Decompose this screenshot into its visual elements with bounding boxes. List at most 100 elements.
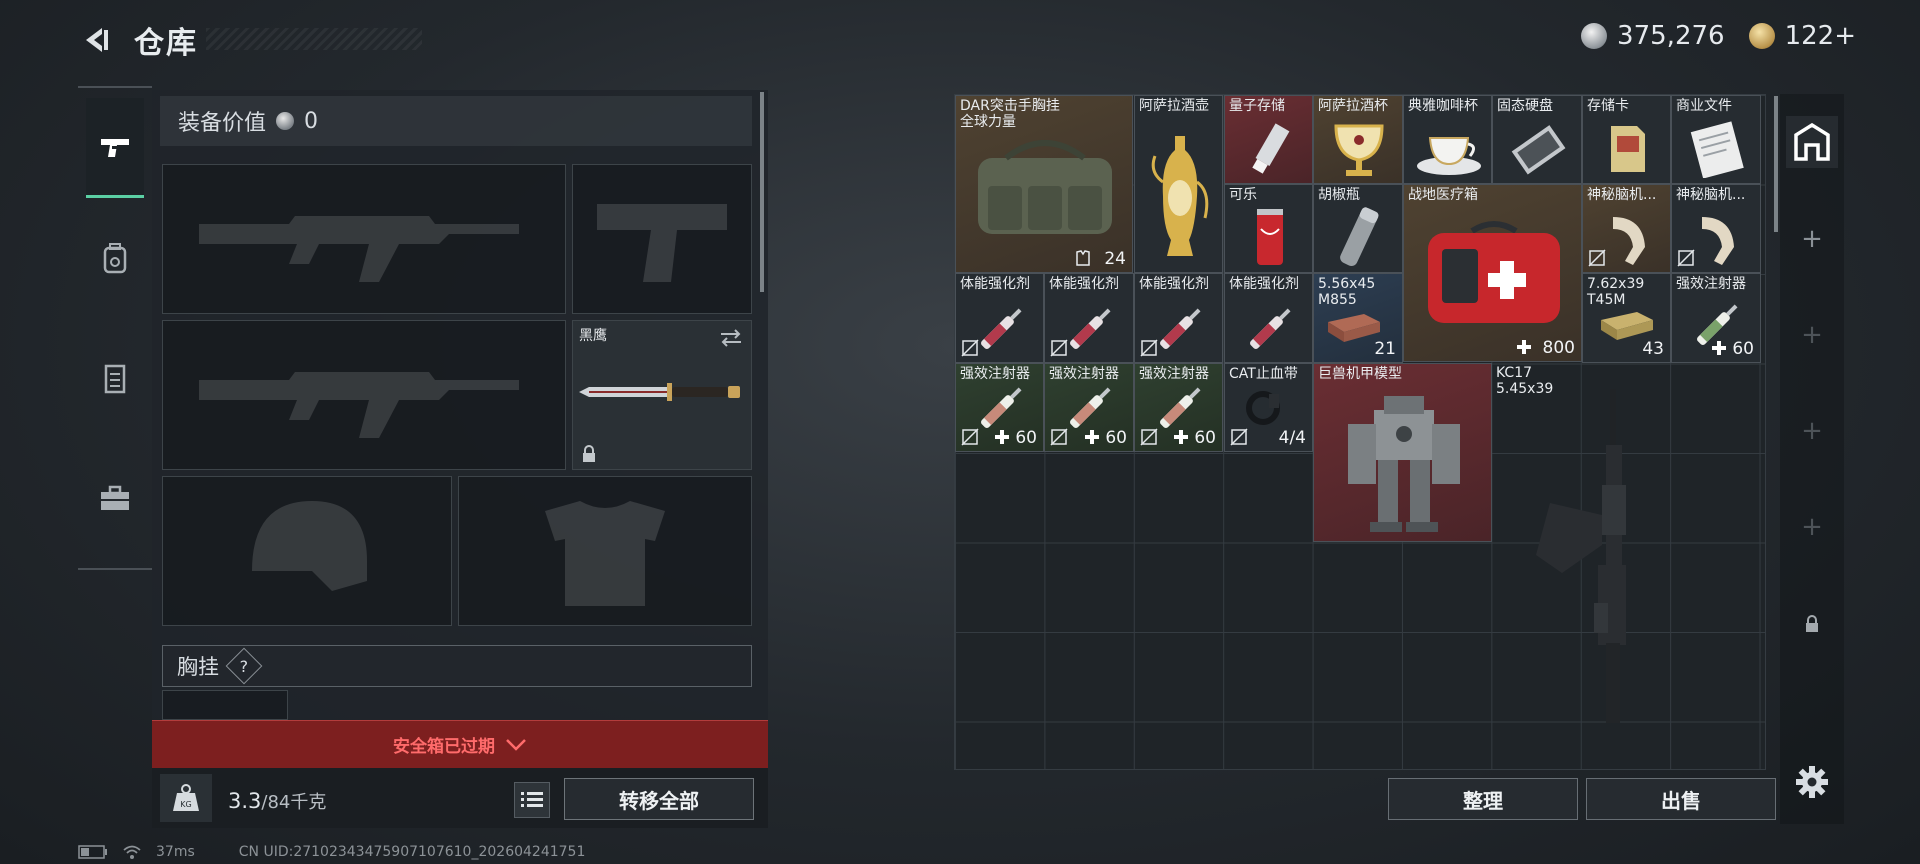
item-name: 商业文件 [1676, 98, 1732, 114]
stash-item-stim-4[interactable]: 体能强化剂 [1224, 273, 1313, 363]
stash-scrollbar[interactable] [1774, 96, 1778, 232]
stash-item-stim-2[interactable]: 体能强化剂 [1044, 273, 1134, 363]
sidearm-slot[interactable] [572, 164, 752, 314]
item-count: 24 [1104, 249, 1126, 269]
add-stash-page-button[interactable]: + [1786, 408, 1838, 454]
rifle-silhouette-icon [199, 372, 519, 438]
plus-icon: + [1801, 320, 1823, 350]
stash-item-ammo-556[interactable]: 5.56x45 M855 21 [1313, 273, 1403, 363]
helmet-slot[interactable] [162, 476, 452, 626]
stash-item-ewer[interactable]: 阿萨拉酒壶 [1134, 95, 1223, 273]
tab-vest[interactable] [86, 328, 144, 428]
locked-stash-page[interactable] [1786, 604, 1838, 644]
toolbox-icon [101, 485, 129, 510]
chest-rig-slot[interactable] [162, 690, 288, 720]
stash-item-memory-card[interactable]: 存储卡 [1582, 95, 1671, 184]
stash-item-brain-device-2[interactable]: 神秘脑机... [1671, 184, 1761, 273]
tourniquet-item-icon [1246, 391, 1280, 425]
transfer-all-button[interactable]: 转移全部 [564, 778, 754, 820]
stash-item-wine-cup[interactable]: 阿萨拉酒杯 [1313, 95, 1403, 184]
item-count: 43 [1642, 339, 1664, 359]
armor-silhouette-icon [545, 501, 665, 606]
tab-backpack[interactable] [86, 208, 144, 308]
stash-item-injector-4[interactable]: 强效注射器 60 [1134, 363, 1223, 452]
plus-icon: + [1801, 512, 1823, 542]
safe-box-expired-banner[interactable]: 安全箱已过期 [152, 720, 768, 768]
add-stash-page-button[interactable]: + [1786, 504, 1838, 550]
syringe-item-icon [1160, 308, 1201, 349]
stash-item-injector-1[interactable]: 强效注射器 60 [1671, 273, 1761, 363]
stash-item-ammo-762[interactable]: 7.62x39 T45M 43 [1582, 273, 1671, 363]
item-name: 强效注射器 [960, 366, 1030, 382]
tab-toolbox[interactable] [86, 448, 144, 548]
swap-icon[interactable] [719, 327, 743, 349]
no-bind-icon [1140, 428, 1158, 446]
no-bind-icon [961, 339, 979, 357]
chevron-down-icon [506, 738, 526, 751]
plus-icon: + [1801, 416, 1823, 446]
stash-item-coffee-cup[interactable]: 典雅咖啡杯 [1403, 95, 1492, 184]
vest-small-icon [1076, 250, 1090, 266]
stash-item-medkit[interactable]: 战地医疗箱 800 [1403, 184, 1582, 362]
add-stash-page-button[interactable]: + [1786, 216, 1838, 262]
syringe-item-icon [981, 308, 1022, 349]
stash-item-stim-3[interactable]: 体能强化剂 [1134, 273, 1223, 363]
stash-item-tourniquet[interactable]: CAT止血带 4/4 [1224, 363, 1313, 452]
melee-slot[interactable]: 黑鹰 [572, 320, 752, 470]
stash-item-stim-1[interactable]: 体能强化剂 [955, 273, 1044, 363]
gear-icon [1796, 766, 1828, 798]
currency-bar: 375,276 122+ [1581, 18, 1856, 54]
lock-icon [583, 445, 595, 462]
stash-item-kc17-rifle[interactable]: KC17 5.45x39 [1492, 363, 1671, 733]
stash-item-mech-model[interactable]: 巨兽机甲模型 [1313, 363, 1492, 542]
gold-amount[interactable]: 122+ [1785, 21, 1856, 51]
uid-readout: CN UID:27102343475907107610_202604241751 [238, 844, 586, 860]
stash-item-pepper-shaker[interactable]: 胡椒瓶 [1313, 184, 1403, 273]
sort-button[interactable]: 整理 [1388, 778, 1578, 820]
stash-item-injector-2[interactable]: 强效注射器 60 [955, 363, 1044, 452]
weight-icon: KG [160, 774, 212, 822]
loadout-scrollbar[interactable] [760, 92, 764, 292]
item-count: 21 [1374, 339, 1396, 359]
item-name: 体能强化剂 [1229, 276, 1299, 292]
silver-coin-icon [276, 112, 295, 130]
lock-icon [1806, 615, 1818, 632]
chest-rig-item-icon [978, 140, 1112, 234]
item-count: 800 [1542, 338, 1575, 358]
stash-item-business-docs[interactable]: 商业文件 [1671, 95, 1761, 184]
plus-icon: + [1801, 224, 1823, 254]
stash-item-injector-3[interactable]: 强效注射器 60 [1044, 363, 1134, 452]
page-title: 仓库 [134, 26, 198, 61]
plus-icon [1712, 341, 1726, 355]
stash-item-dar-rig[interactable]: DAR突击手胸挂 全球力量 24 [955, 95, 1133, 273]
item-name: 体能强化剂 [960, 276, 1030, 292]
item-name: 巨兽机甲模型 [1318, 366, 1402, 382]
armor-slot[interactable] [458, 476, 752, 626]
loadout-tabs [78, 86, 152, 570]
tab-weapons[interactable] [86, 98, 144, 198]
rifle-silhouette-icon [199, 216, 519, 282]
item-name: 典雅咖啡杯 [1408, 98, 1478, 114]
title-decoration [206, 28, 422, 50]
stash-item-cola[interactable]: 可乐 [1224, 184, 1313, 273]
back-button[interactable] [78, 22, 114, 58]
item-count: 60 [1732, 339, 1754, 359]
primary-weapon-slot[interactable] [162, 164, 566, 314]
no-bind-icon [1677, 249, 1695, 267]
help-icon[interactable]: ? [225, 647, 263, 685]
stash-item-quantum-storage[interactable]: 量子存储 [1224, 95, 1313, 184]
stash-item-ssd[interactable]: 固态硬盘 [1492, 95, 1582, 184]
sell-button[interactable]: 出售 [1586, 778, 1776, 820]
stash-home-button[interactable] [1786, 116, 1838, 168]
pistol-icon [101, 138, 129, 157]
item-name: 神秘脑机... [1676, 187, 1746, 203]
item-name: 阿萨拉酒壶 [1139, 98, 1209, 114]
item-name: 阿萨拉酒杯 [1318, 98, 1388, 114]
secondary-weapon-slot[interactable] [162, 320, 566, 470]
add-stash-page-button[interactable]: + [1786, 312, 1838, 358]
item-name: 量子存储 [1229, 98, 1285, 114]
list-view-button[interactable] [514, 782, 550, 818]
settings-button[interactable] [1786, 760, 1838, 804]
injector-item-icon [1160, 387, 1201, 428]
stash-item-brain-device-1[interactable]: 神秘脑机... [1582, 184, 1671, 273]
